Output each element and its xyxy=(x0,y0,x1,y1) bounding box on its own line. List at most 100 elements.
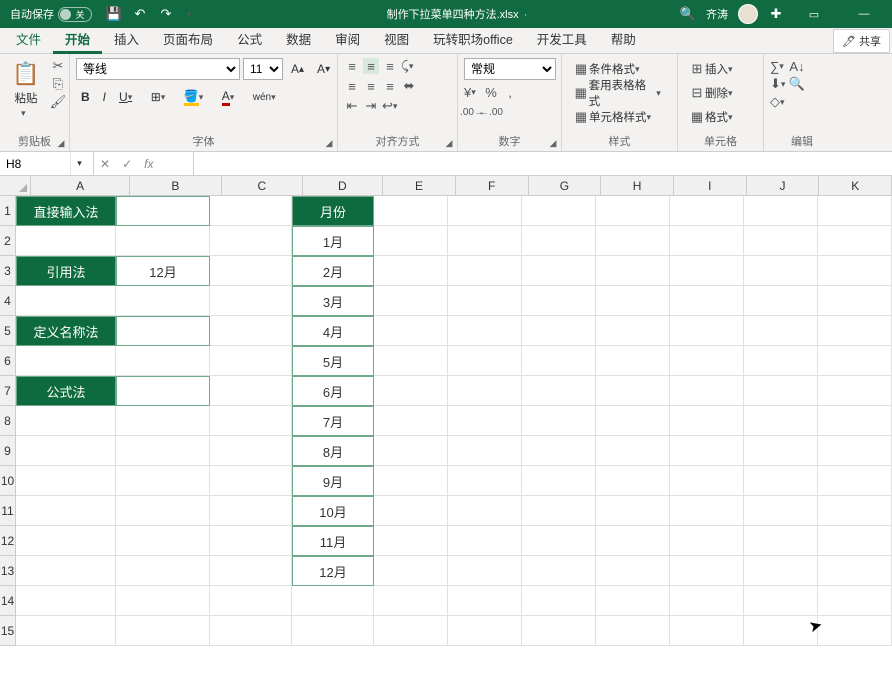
cell[interactable] xyxy=(522,376,596,406)
award-icon[interactable]: ✚ xyxy=(768,6,784,22)
cell[interactable] xyxy=(818,586,892,616)
cell[interactable] xyxy=(670,586,744,616)
row-header[interactable]: 13 xyxy=(0,556,16,586)
cell[interactable] xyxy=(744,406,818,436)
cell[interactable] xyxy=(596,616,670,646)
find-icon[interactable]: 🔍 xyxy=(789,76,805,92)
cell[interactable] xyxy=(818,316,892,346)
italic-button[interactable]: I xyxy=(98,86,111,108)
formula-input[interactable] xyxy=(200,157,886,171)
name-box-input[interactable] xyxy=(0,157,70,171)
cell[interactable] xyxy=(596,346,670,376)
row-header[interactable]: 7 xyxy=(0,376,16,406)
cell[interactable] xyxy=(374,466,448,496)
fill-color-button[interactable]: 🪣▾ xyxy=(179,86,214,108)
align-middle-icon[interactable]: ≡ xyxy=(363,58,379,74)
tab-data[interactable]: 数据 xyxy=(274,25,323,53)
phonetic-button[interactable]: wén▾ xyxy=(248,86,286,108)
cell[interactable] xyxy=(210,496,292,526)
format-painter-icon[interactable]: 🖌 xyxy=(50,94,66,110)
cell[interactable] xyxy=(818,196,892,226)
cell[interactable] xyxy=(448,436,522,466)
cell[interactable] xyxy=(596,286,670,316)
comma-icon[interactable]: , xyxy=(502,84,518,100)
cell[interactable] xyxy=(818,346,892,376)
cell[interactable] xyxy=(670,436,744,466)
cell[interactable]: 月份 xyxy=(292,196,374,226)
cell[interactable] xyxy=(16,346,116,376)
cell[interactable] xyxy=(210,376,292,406)
cut-icon[interactable]: ✂ xyxy=(50,58,66,74)
cell[interactable] xyxy=(448,526,522,556)
cell[interactable] xyxy=(116,376,210,406)
minimize-icon[interactable]: — xyxy=(844,0,884,28)
cell[interactable] xyxy=(210,526,292,556)
cell[interactable] xyxy=(210,556,292,586)
cell[interactable] xyxy=(522,436,596,466)
cell[interactable] xyxy=(210,436,292,466)
col-header[interactable]: K xyxy=(819,176,892,196)
cell[interactable]: 3月 xyxy=(292,286,374,316)
row-header[interactable]: 10 xyxy=(0,466,16,496)
cell[interactable] xyxy=(818,226,892,256)
cell[interactable]: 直接输入法 xyxy=(16,196,116,226)
cell[interactable] xyxy=(16,466,116,496)
tab-custom[interactable]: 玩转职场office xyxy=(421,25,525,53)
tab-file[interactable]: 文件 xyxy=(4,25,53,53)
cell[interactable]: 12月 xyxy=(292,556,374,586)
cell[interactable] xyxy=(818,286,892,316)
row-header[interactable]: 4 xyxy=(0,286,16,316)
cell[interactable] xyxy=(210,586,292,616)
cell[interactable] xyxy=(16,286,116,316)
sort-icon[interactable]: A↓ xyxy=(789,58,805,74)
cell[interactable] xyxy=(818,496,892,526)
cell[interactable] xyxy=(210,196,292,226)
autosave-toggle[interactable]: 自动保存 关 xyxy=(4,6,98,22)
row-header[interactable]: 15 xyxy=(0,616,16,646)
cell[interactable] xyxy=(210,316,292,346)
underline-button[interactable]: U▾ xyxy=(114,86,143,108)
cell[interactable] xyxy=(596,226,670,256)
name-box[interactable]: ▾ xyxy=(0,152,94,175)
cell[interactable] xyxy=(744,466,818,496)
cell[interactable] xyxy=(744,226,818,256)
cell[interactable] xyxy=(292,616,374,646)
col-header[interactable]: J xyxy=(747,176,820,196)
cell[interactable] xyxy=(448,496,522,526)
cell[interactable] xyxy=(522,196,596,226)
cell[interactable] xyxy=(448,556,522,586)
cell[interactable] xyxy=(16,616,116,646)
share-button[interactable]: 🖊 共享 xyxy=(833,29,890,53)
cell[interactable] xyxy=(116,586,210,616)
cell[interactable] xyxy=(522,616,596,646)
cell[interactable]: 2月 xyxy=(292,256,374,286)
cell[interactable] xyxy=(116,616,210,646)
cell[interactable] xyxy=(522,526,596,556)
cell[interactable] xyxy=(448,466,522,496)
cell[interactable] xyxy=(670,466,744,496)
cell[interactable] xyxy=(818,526,892,556)
cell[interactable] xyxy=(448,316,522,346)
cell[interactable] xyxy=(210,406,292,436)
cell[interactable] xyxy=(596,316,670,346)
enter-icon[interactable]: ✓ xyxy=(122,157,132,171)
cell[interactable] xyxy=(744,436,818,466)
cell[interactable]: 1月 xyxy=(292,226,374,256)
cell[interactable] xyxy=(448,376,522,406)
cell[interactable]: 6月 xyxy=(292,376,374,406)
col-header[interactable]: G xyxy=(529,176,602,196)
cell[interactable] xyxy=(596,466,670,496)
col-header[interactable]: E xyxy=(383,176,456,196)
cell[interactable] xyxy=(374,256,448,286)
tab-review[interactable]: 审阅 xyxy=(323,25,372,53)
clear-icon[interactable]: ◇▾ xyxy=(770,94,786,110)
cell[interactable] xyxy=(522,226,596,256)
border-button[interactable]: ⊞▾ xyxy=(146,86,176,108)
cell[interactable] xyxy=(16,586,116,616)
col-header[interactable]: I xyxy=(674,176,747,196)
cell[interactable] xyxy=(744,286,818,316)
cell[interactable] xyxy=(670,496,744,526)
row-header[interactable]: 9 xyxy=(0,436,16,466)
cell[interactable]: 5月 xyxy=(292,346,374,376)
col-header[interactable]: B xyxy=(130,176,222,196)
